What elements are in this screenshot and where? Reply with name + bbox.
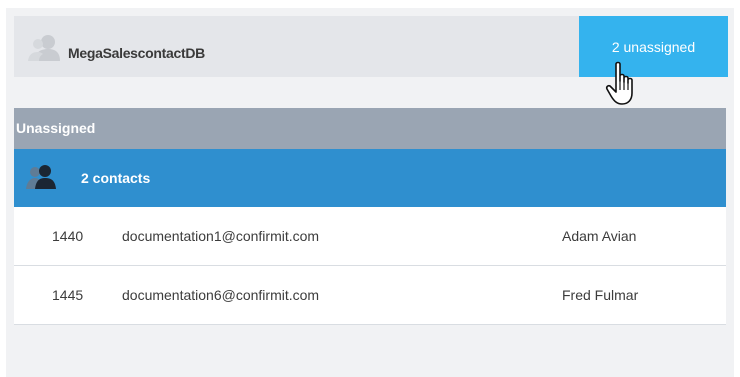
database-name: MegaSalescontactDB bbox=[68, 45, 205, 61]
contact-name: Fred Fulmar bbox=[562, 287, 639, 303]
contact-email: documentation1@confirmit.com bbox=[122, 228, 320, 244]
user-silhouette-icon bbox=[28, 33, 60, 61]
section-header-unassigned: Unassigned bbox=[14, 108, 726, 149]
contact-name: Adam Avian bbox=[562, 228, 637, 244]
contacts-count-label: 2 contacts bbox=[81, 170, 151, 186]
contact-id: 1440 bbox=[52, 228, 84, 244]
contacts-group-row[interactable]: 2 contacts bbox=[14, 149, 726, 207]
table-row[interactable]: 1440 documentation1@confirmit.com Adam A… bbox=[14, 207, 726, 266]
table-row[interactable]: 1445 documentation6@confirmit.com Fred F… bbox=[14, 266, 726, 325]
hand-pointer-icon bbox=[605, 61, 633, 105]
unassigned-button[interactable]: 2 unassigned bbox=[579, 16, 728, 77]
contact-email: documentation6@confirmit.com bbox=[122, 287, 320, 303]
users-icon bbox=[26, 165, 56, 189]
contact-id: 1445 bbox=[52, 287, 84, 303]
